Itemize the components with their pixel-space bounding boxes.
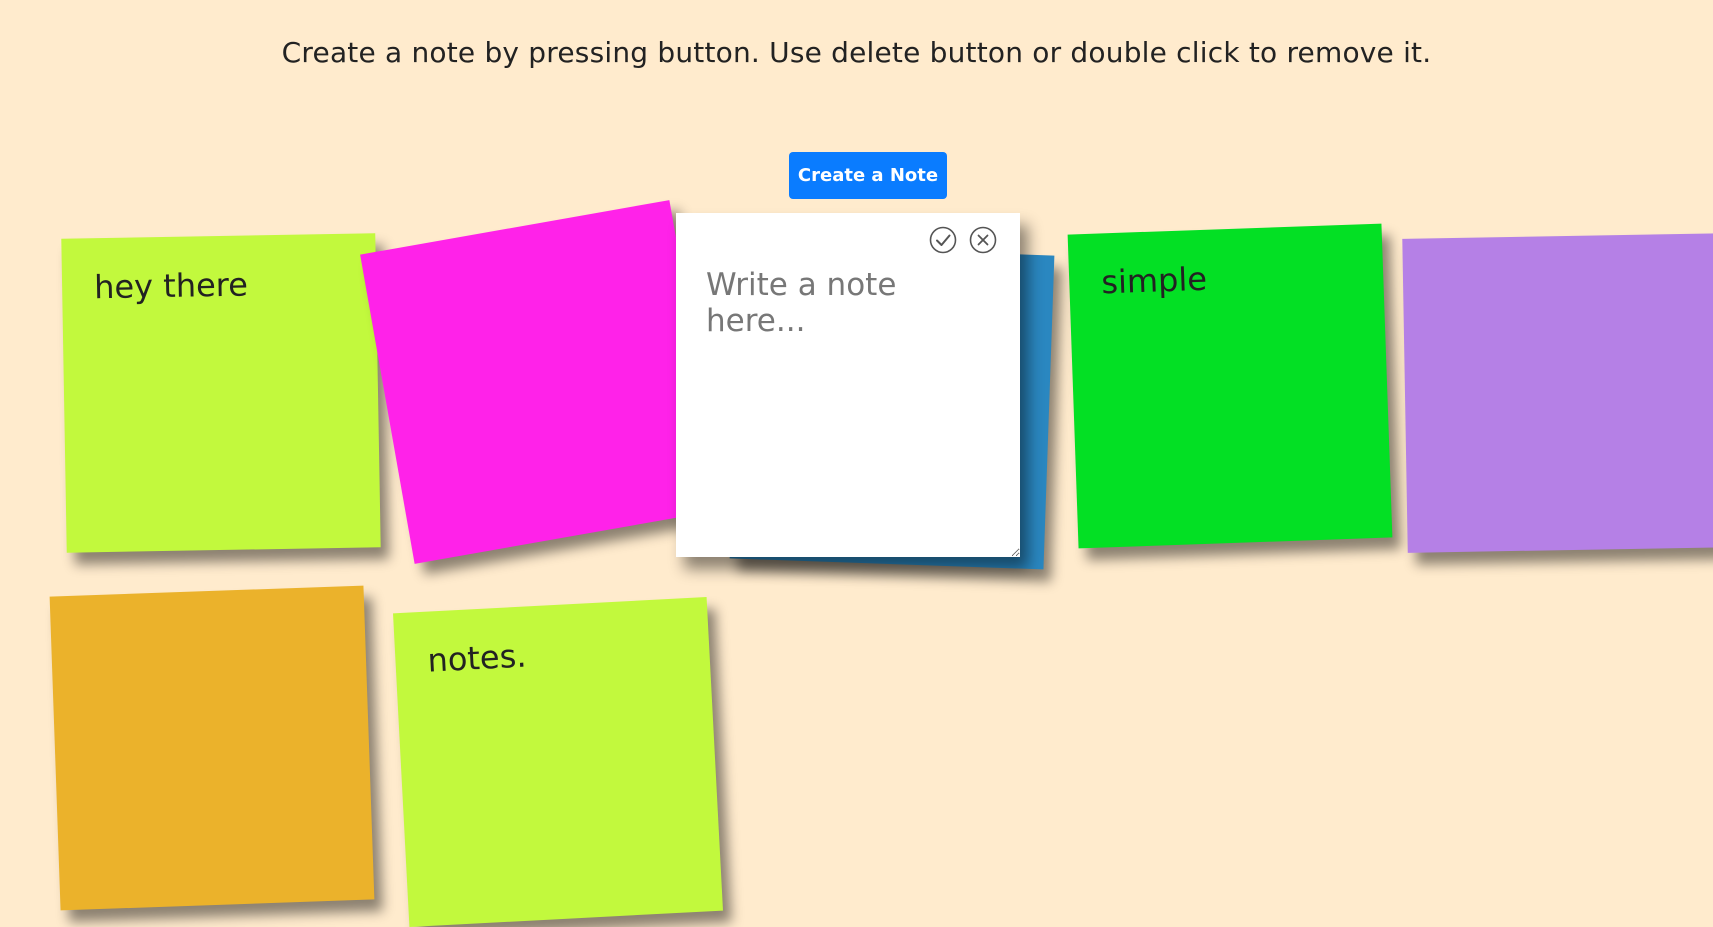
note-text [397,235,643,278]
create-note-button[interactable]: Create a Note [789,152,947,199]
note-text: notes. [426,636,528,680]
instructions-text: Create a note by pressing button. Use de… [281,36,1432,69]
cancel-icon[interactable] [969,226,997,254]
note-text: hey there [93,265,249,307]
note-input[interactable] [676,213,1020,557]
note-card[interactable]: notes. [392,596,724,927]
note-card[interactable] [360,200,724,564]
note-card[interactable] [1402,233,1713,553]
note-editor [676,213,1020,557]
note-text [1435,264,1701,269]
note-card[interactable]: hey there [61,233,381,553]
confirm-icon[interactable] [929,226,957,254]
note-text: simple [1100,259,1208,302]
note-card[interactable] [49,585,375,911]
note-text [83,617,333,626]
note-card[interactable]: simple [1067,223,1393,549]
